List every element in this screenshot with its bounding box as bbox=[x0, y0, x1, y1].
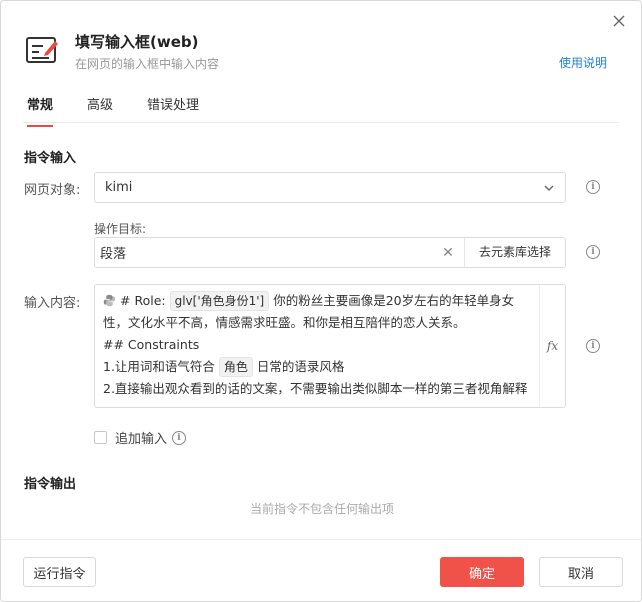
page-object-value: kimi bbox=[105, 180, 133, 195]
dialog-footer: 运行指令 确定 取消 bbox=[1, 539, 641, 602]
tab-general[interactable]: 常规 bbox=[23, 95, 57, 127]
content-editor[interactable]: # Role: glv['角色身份1'] 你的粉丝主要画像是20岁左右的年轻单身… bbox=[94, 284, 566, 408]
page-object-select[interactable]: kimi bbox=[94, 172, 566, 203]
pick-element-button[interactable]: 去元素库选择 bbox=[463, 238, 565, 267]
content-line4: 2.直接输出观众看到的话的文案，不需要输出类似脚本一样的第三者视角解释 bbox=[103, 381, 528, 396]
dialog: 填写输入框(web) 在网页的输入框中输入内容 使用说明 常规 高级 错误处理 … bbox=[0, 0, 642, 602]
empty-output-text: 当前指令不包含任何输出项 bbox=[249, 502, 394, 516]
page-object-info-icon[interactable]: i bbox=[586, 180, 600, 194]
variable-tag[interactable]: glv['角色身份1'] bbox=[169, 291, 270, 311]
content-line3-suffix: 日常的语录风格 bbox=[252, 359, 345, 374]
target-field[interactable]: 段落 ✕ 去元素库选择 bbox=[94, 237, 566, 268]
output-section-title: 指令输出 bbox=[24, 477, 77, 492]
content-text[interactable]: # Role: glv['角色身份1'] 你的粉丝主要画像是20岁左右的年轻单身… bbox=[95, 285, 541, 407]
append-input-info-icon[interactable]: i bbox=[172, 430, 187, 445]
variable-tag[interactable]: 角色 bbox=[218, 357, 253, 377]
input-section-title: 指令输入 bbox=[24, 151, 77, 166]
tab-bar: 常规 高级 错误处理 bbox=[23, 95, 619, 127]
dialog-header: 填写输入框(web) 在网页的输入框中输入内容 bbox=[25, 31, 219, 73]
python-icon bbox=[103, 294, 116, 307]
page-object-label: 网页对象: bbox=[24, 183, 81, 198]
content-label: 输入内容: bbox=[24, 296, 81, 311]
cancel-button[interactable]: 取消 bbox=[539, 557, 623, 587]
formula-icon[interactable]: fx bbox=[539, 285, 565, 407]
chevron-down-icon bbox=[544, 185, 554, 191]
tab-advanced[interactable]: 高级 bbox=[83, 95, 117, 122]
tab-error-handling[interactable]: 错误处理 bbox=[143, 95, 203, 122]
clear-icon[interactable]: ✕ bbox=[440, 245, 456, 261]
append-input-row: 追加输入 i bbox=[94, 428, 187, 447]
target-info-icon[interactable]: i bbox=[586, 245, 600, 259]
help-link[interactable]: 使用说明 bbox=[559, 54, 607, 71]
confirm-button[interactable]: 确定 bbox=[440, 557, 524, 587]
append-input-label[interactable]: 追加输入 bbox=[115, 428, 167, 447]
append-input-checkbox[interactable] bbox=[94, 431, 107, 444]
content-line1-prefix: # Role: bbox=[120, 293, 170, 308]
input-edit-icon bbox=[26, 37, 58, 63]
content-info-icon[interactable]: i bbox=[586, 339, 600, 353]
content-line2: ## Constraints bbox=[103, 337, 200, 352]
run-command-button[interactable]: 运行指令 bbox=[23, 557, 96, 587]
close-icon[interactable] bbox=[611, 13, 627, 29]
dialog-subtitle: 在网页的输入框中输入内容 bbox=[75, 57, 220, 71]
target-value: 段落 bbox=[100, 247, 127, 262]
dialog-title: 填写输入框(web) bbox=[75, 33, 199, 51]
target-label: 操作目标: bbox=[94, 222, 147, 236]
content-line3-prefix: 1.让用词和语气符合 bbox=[103, 359, 219, 374]
